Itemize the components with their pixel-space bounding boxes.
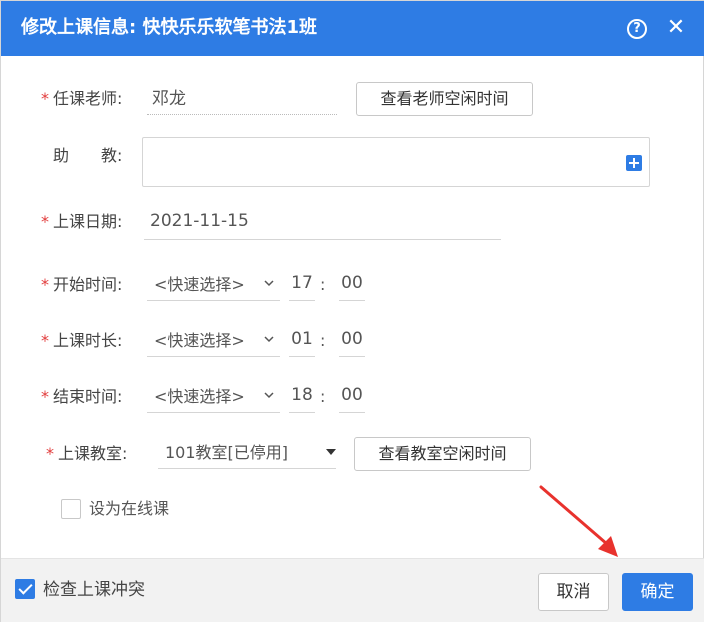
help-icon[interactable]: ? [627, 19, 647, 39]
date-value[interactable]: 2021-11-15 [150, 209, 249, 233]
start-time-label: * 开始时间: [41, 274, 122, 296]
check-conflict-checkbox[interactable] [15, 579, 35, 599]
view-classroom-free-time-button[interactable]: 查看教室空闲时间 [354, 437, 531, 471]
time-colon: : [320, 387, 326, 406]
teacher-value[interactable]: 邓龙 [152, 87, 186, 111]
required-mark: * [41, 275, 49, 294]
required-mark: * [41, 331, 49, 350]
duration-quick-select[interactable]: <快速选择> [147, 325, 280, 357]
teacher-field-underline [147, 114, 337, 115]
caret-down-icon [326, 449, 336, 455]
required-mark: * [46, 444, 54, 463]
start-time-label-text: 开始时间: [53, 275, 123, 294]
duration-label-text: 上课时长: [53, 331, 123, 350]
close-icon[interactable]: ✕ [665, 16, 687, 40]
chevron-down-icon [264, 392, 274, 399]
end-time-label-text: 结束时间: [53, 387, 123, 406]
classroom-select-value: 101教室[已停用] [165, 443, 289, 462]
check-conflict-label: 检查上课冲突 [43, 580, 145, 600]
required-mark: * [41, 387, 49, 406]
end-time-label: * 结束时间: [41, 386, 122, 408]
dialog-titlebar: 修改上课信息: 快快乐乐软笔书法1班 ? ✕ [1, 1, 704, 56]
duration-select-value: <快速选择> [154, 331, 245, 350]
assistant-label: 助 教: [53, 146, 123, 165]
date-label: * 上课日期: [41, 211, 122, 233]
end-time-quick-select[interactable]: <快速选择> [147, 381, 280, 413]
teacher-label-text: 任课老师: [53, 89, 123, 108]
assistant-input[interactable] [142, 137, 650, 187]
date-field-underline [144, 239, 501, 240]
dialog-footer: 检查上课冲突 取消 确定 [1, 558, 704, 622]
teacher-label: * 任课老师: [41, 88, 122, 110]
required-mark: * [41, 212, 49, 231]
view-teacher-free-time-button[interactable]: 查看老师空闲时间 [356, 82, 533, 116]
chevron-down-icon [264, 280, 274, 287]
start-time-quick-select[interactable]: <快速选择> [147, 269, 280, 301]
start-time-select-value: <快速选择> [154, 275, 245, 294]
cancel-button[interactable]: 取消 [538, 573, 609, 611]
edit-lesson-dialog: 修改上课信息: 快快乐乐软笔书法1班 ? ✕ * 任课老师: 邓龙 查看老师空闲时… [0, 0, 704, 622]
classroom-label: * 上课教室: [46, 443, 127, 465]
duration-minute-input[interactable]: 00 [339, 325, 365, 357]
classroom-label-text: 上课教室: [58, 444, 128, 463]
required-mark: * [41, 89, 49, 108]
duration-hour-input[interactable]: 01 [289, 325, 315, 357]
end-minute-input[interactable]: 00 [339, 381, 365, 413]
end-time-select-value: <快速选择> [154, 387, 245, 406]
online-class-checkbox[interactable] [61, 499, 81, 519]
online-class-label: 设为在线课 [89, 499, 170, 518]
date-label-text: 上课日期: [53, 212, 123, 231]
chevron-down-icon [264, 336, 274, 343]
duration-label: * 上课时长: [41, 330, 122, 352]
dialog-title: 修改上课信息: 快快乐乐软笔书法1班 [21, 17, 317, 38]
plus-square-icon[interactable] [626, 155, 642, 171]
time-colon: : [320, 275, 326, 294]
classroom-select[interactable]: 101教室[已停用] [158, 437, 336, 469]
time-colon: : [320, 331, 326, 350]
end-hour-input[interactable]: 18 [289, 381, 315, 413]
start-minute-input[interactable]: 00 [339, 269, 365, 301]
start-hour-input[interactable]: 17 [289, 269, 315, 301]
confirm-button[interactable]: 确定 [622, 573, 693, 611]
